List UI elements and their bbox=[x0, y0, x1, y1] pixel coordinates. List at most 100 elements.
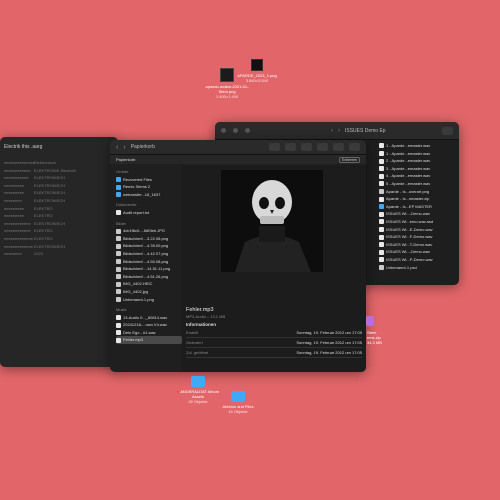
ableton-folder-label[interactable]: Ableton and Files 15 Objekte bbox=[206, 404, 270, 414]
left-list-row[interactable]: eeeeeeeee ELEKTRO bbox=[0, 212, 118, 220]
search-icon[interactable] bbox=[349, 143, 360, 151]
left-list-row[interactable]: eeeeeeeee ELEKTRONISCH bbox=[0, 182, 118, 190]
trash-item[interactable]: 13-Audio 0..._60814.wav bbox=[116, 314, 182, 322]
trash-item[interactable]: 20241218-...own V4.wav bbox=[116, 321, 182, 329]
document-icon bbox=[116, 210, 121, 216]
trash-item[interactable]: Recovered Files bbox=[116, 176, 182, 184]
left-list-row[interactable]: eeeeeeeee ELEKTRO bbox=[0, 205, 118, 213]
left-list-row[interactable]: eeeeeeeeeeeee ELEKTRO bbox=[0, 235, 118, 243]
left-list-row[interactable]: eeeeeeeeeee ELEKTRONISCH bbox=[0, 174, 118, 182]
trash-item[interactable]: Fehler.mp3 bbox=[116, 336, 182, 345]
aparde-file-label[interactable]: APARDE_2023_1.png 3.840×3.840 bbox=[232, 73, 282, 83]
file-row[interactable]: 5 - Aparde...emaster.wav bbox=[379, 180, 459, 188]
left-list-row[interactable]: eeeeeeee 2023 bbox=[0, 250, 118, 258]
file-icon bbox=[379, 143, 384, 149]
trash-item[interactable]: 4cb1f6c0-...68f3eb.JPG bbox=[116, 227, 182, 235]
zip-file-icon[interactable] bbox=[366, 316, 374, 326]
album-assets-folder-label[interactable]: ● ANDERALDAT Album Assets 26 Objekte bbox=[166, 389, 230, 404]
minimize-button[interactable] bbox=[233, 128, 238, 133]
row-label: ELEKTRONISCH bbox=[34, 243, 66, 249]
file-name: 3 - Aparde...emaster.wav bbox=[386, 165, 431, 171]
file-name: Aparde - Is...EP MASTER bbox=[386, 203, 432, 209]
view-grid-icon[interactable] bbox=[269, 143, 280, 151]
trash-item[interactable]: Audit report.txt bbox=[116, 209, 182, 217]
info-row: Geändert Sonntag, 19. Februar 2012 um 17:… bbox=[186, 338, 362, 348]
left-window-title: Electrik this .aarg bbox=[4, 144, 43, 150]
image-icon bbox=[116, 274, 121, 280]
trash-item[interactable]: Bildschirmf....3.22.08.png bbox=[116, 235, 182, 243]
file-row[interactable]: 4 - Aparde...emaster.wav bbox=[379, 172, 459, 180]
group-icon[interactable] bbox=[285, 143, 296, 151]
info-label: Erstellt bbox=[186, 330, 199, 335]
left-list-row[interactable]: eeeeeeeeeeee ELEKTRO bbox=[0, 227, 118, 235]
file-row[interactable]: Aparde - Is...nmaster.zip bbox=[379, 195, 459, 203]
trash-item[interactable]: Bildschirmf....4.51.26.png bbox=[116, 273, 182, 281]
trash-item[interactable]: Bildschirmf....4.39.00.png bbox=[116, 242, 182, 250]
preview-filename: Fehler.mp3 bbox=[186, 307, 214, 313]
file-name: ISSUES Wi...-Demo.wav bbox=[386, 211, 431, 217]
left-list-row[interactable]: eeeeeeeeeeeee ELEKTRONISCH bbox=[0, 243, 118, 251]
info-row: Erstellt Sonntag, 19. Februar 2012 um 17:… bbox=[186, 328, 362, 338]
left-list-row[interactable]: eeeeeeee ELEKTRONISCH bbox=[0, 197, 118, 205]
left-finder-window[interactable]: Electrik this .aarg eeeeeeeeeeeeee Elektr… bbox=[0, 137, 118, 367]
item-name: Bildschirmf....3.22.08.png bbox=[123, 235, 169, 241]
trash-window[interactable]: ‹ › Papierkorb Papierkorb Entleeren Ordn… bbox=[110, 140, 366, 372]
file-row[interactable]: ISSUES Wi...-Demo.wav bbox=[379, 210, 459, 218]
file-row[interactable]: ISSUES Wi...P-Demo.wav bbox=[379, 256, 459, 264]
zoom-button[interactable] bbox=[245, 128, 250, 133]
file-row[interactable]: ISSUES Wi...T-Demo.wav bbox=[379, 241, 459, 249]
file-row[interactable]: ISSUES Wi...emo.wav.asd bbox=[379, 218, 459, 226]
image-file-icon[interactable] bbox=[251, 59, 263, 71]
left-list-row[interactable]: eeeeeeeeeeee ELEKTRONISCH bbox=[0, 220, 118, 228]
left-list-row[interactable]: eeeeeeeeeeeeee Elektronisch bbox=[0, 159, 118, 167]
file-row[interactable]: ISSUES Wi...F-Demo.wav bbox=[379, 233, 459, 241]
left-list-row[interactable]: eeeeeeeee ELEKTRONISCH bbox=[0, 189, 118, 197]
info-header: Informationen bbox=[186, 322, 216, 327]
forward-chevron-icon[interactable]: › bbox=[123, 144, 125, 151]
info-label: Zul. geöffnet bbox=[186, 350, 209, 355]
item-name: Bildschirmf....4.39.00.png bbox=[123, 243, 169, 249]
row-label: ELEKTRONISCH bbox=[34, 182, 66, 188]
file-row[interactable]: 1 - Aparde...emaster.wav bbox=[379, 142, 459, 150]
zip-file-label[interactable]: Stem ems.zip 34,3 MB bbox=[367, 330, 382, 345]
trash-item[interactable]: wetransfer...18_1637 bbox=[116, 191, 182, 199]
back-chevron-icon[interactable]: ‹ bbox=[331, 128, 333, 134]
file-name: ISSUES Wi...F-Demo.wav bbox=[386, 234, 433, 240]
trash-item[interactable]: Dein Ego - #1.wav bbox=[116, 329, 182, 337]
file-row[interactable]: Unbenannt-1.psd bbox=[379, 264, 459, 272]
empty-trash-button[interactable]: Entleeren bbox=[339, 156, 360, 163]
folder-icon[interactable] bbox=[231, 391, 245, 402]
folder-icon[interactable] bbox=[191, 376, 205, 387]
back-chevron-icon[interactable]: ‹ bbox=[116, 144, 118, 151]
more-icon[interactable] bbox=[333, 143, 344, 151]
file-row[interactable]: ISSUES Wi...E-Demo.wav bbox=[379, 226, 459, 234]
view-grid-icon[interactable] bbox=[442, 126, 453, 135]
avatar-file-label[interactable]: apasdo-avatar-2021-01- Stem.png 1.400×1.… bbox=[198, 84, 256, 99]
file-row[interactable]: Aparde - Is...overart.png bbox=[379, 188, 459, 196]
preview-subtitle: MP3-Audio – 13,1 MB bbox=[186, 314, 226, 319]
tag-icon[interactable] bbox=[317, 143, 328, 151]
trash-item[interactable]: Unbenannt-1.png bbox=[116, 296, 182, 304]
row-prefix: eeeeeeeeeeeeee bbox=[4, 160, 36, 165]
preview-pane: Fehler.mp3 MP3-Audio – 13,1 MB Informati… bbox=[182, 165, 366, 372]
file-row[interactable]: 1 - Aparde...emaster.wav bbox=[379, 150, 459, 158]
file-row[interactable]: 2 - Aparde...emaster.wav bbox=[379, 157, 459, 165]
row-label: ELEKTRO bbox=[34, 235, 53, 241]
aparde-file-size: 3.840×3.840 bbox=[245, 78, 269, 83]
trash-item[interactable]: Bildschirmf....4.42.07.png bbox=[116, 250, 182, 258]
row-label: 2023 bbox=[34, 251, 43, 257]
trash-item[interactable]: Remix Stems 2 bbox=[116, 183, 182, 191]
file-row[interactable]: Aparde - Is...EP MASTER bbox=[379, 203, 459, 211]
forward-chevron-icon[interactable]: › bbox=[338, 128, 340, 134]
trash-item[interactable]: IMG_4402.jpg bbox=[116, 288, 182, 296]
file-row[interactable]: 3 - Aparde...emaster.wav bbox=[379, 165, 459, 173]
trash-item[interactable]: Bildschirmf....4.50.08.png bbox=[116, 258, 182, 266]
file-row[interactable]: ISSUES Wi...-Demo.wav bbox=[379, 248, 459, 256]
share-icon[interactable] bbox=[301, 143, 312, 151]
trash-item[interactable]: Bildschirmf....14.51.11.png bbox=[116, 265, 182, 273]
file-icon bbox=[379, 249, 384, 255]
left-list-row[interactable]: eeeeeeeeeeee ELEKTRONIK ElectroN bbox=[0, 167, 118, 175]
close-button[interactable] bbox=[221, 128, 226, 133]
trash-item[interactable]: IMG_4402.HEIC bbox=[116, 280, 182, 288]
info-value: Sonntag, 19. Februar 2012 um 17:05 bbox=[296, 340, 362, 345]
